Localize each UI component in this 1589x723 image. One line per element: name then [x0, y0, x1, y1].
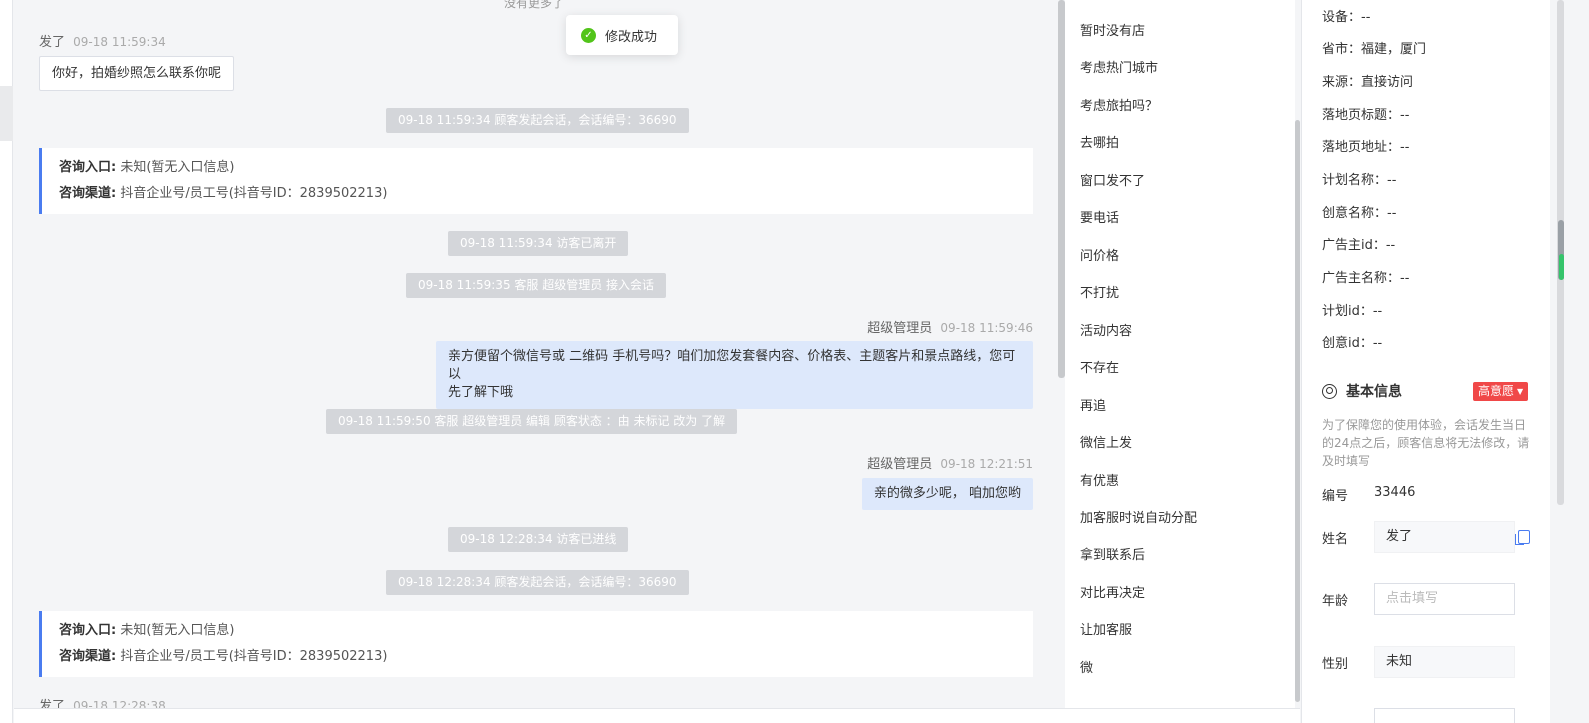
caret-down-icon: ▼: [1517, 387, 1524, 396]
info-plan-id: 计划id：--: [1322, 304, 1383, 319]
next-field[interactable]: [1374, 708, 1515, 723]
channel-label: 咨询渠道:: [59, 649, 117, 664]
entry-info-card: 咨询入口: 未知(暂无入口信息) 咨询渠道: 抖音企业号/员工号(抖音号ID：2…: [39, 611, 1033, 677]
channel-value: 抖音企业号/员工号(抖音号ID：2839502213): [120, 649, 388, 664]
left-tab[interactable]: [0, 86, 13, 141]
name-label: 姓名: [1322, 532, 1349, 547]
edit-notice: 为了保障您的使用体验，会话发生当日的24点之后，顾客信息将无法修改，请及时填写: [1322, 418, 1530, 468]
customer-info-panel: 设备：-- 省市：福建，厦门 来源：直接访问 落地页标题：-- 落地页地址：--…: [1301, 0, 1550, 723]
entry-label: 咨询入口:: [59, 623, 117, 638]
quick-reply-item[interactable]: 对比再决定: [1080, 582, 1145, 601]
entry-value: 未知(暂无入口信息): [120, 160, 235, 175]
check-circle-icon: ✓: [581, 27, 596, 43]
quick-reply-list: 暂时没有店 考虑热门城市 考虑旅拍吗？ 去哪拍 窗口发不了 要电话 问价格 不打…: [1065, 0, 1295, 708]
quick-reply-item[interactable]: 窗口发不了: [1080, 170, 1145, 189]
info-advertiser-name: 广告主名称：--: [1322, 271, 1410, 286]
section-title: 基本信息: [1346, 384, 1402, 400]
quick-reply-item[interactable]: 加客服时说自动分配: [1080, 507, 1197, 526]
info-advertiser-id: 广告主id：--: [1322, 238, 1396, 253]
message-meta: 发了 09-18 12:28:38: [39, 695, 166, 708]
entry-info-card: 咨询入口: 未知(暂无入口信息) 咨询渠道: 抖音企业号/员工号(抖音号ID：2…: [39, 148, 1033, 214]
info-landing-url: 落地页地址：--: [1322, 140, 1410, 155]
message-line: 亲方便留个微信号或 二维码 手机号吗？咱们加您发套餐内容、价格表、主题客片和景点…: [448, 349, 1016, 382]
message-time: 09-18 12:28:38: [73, 699, 166, 708]
channel-value: 抖音企业号/员工号(抖音号ID：2839502213): [120, 186, 388, 201]
app-root: 没有更多了 发了 09-18 11:59:34 你好，拍婚纱照怎么联系你呢 09…: [0, 0, 1589, 723]
no-more-text: 没有更多了: [504, 0, 565, 10]
info-creative-name: 创意名称：--: [1322, 206, 1397, 221]
quick-reply-item[interactable]: 不存在: [1080, 357, 1119, 376]
gender-label: 性别: [1322, 657, 1349, 672]
scrollbar-indicator: [1559, 254, 1564, 280]
input-area-edge: [14, 708, 1300, 723]
quick-reply-item[interactable]: 微: [1080, 657, 1093, 676]
system-message: 09-18 11:59:34 访客已离开: [448, 231, 629, 256]
system-message: 09-18 11:59:35 客服 超级管理员 接入会话: [406, 273, 667, 298]
success-toast: ✓ 修改成功: [566, 15, 678, 55]
basic-info-header: 基本信息: [1322, 381, 1402, 401]
quick-reply-scrollbar[interactable]: [1295, 120, 1300, 702]
quick-reply-item[interactable]: 不打扰: [1080, 282, 1119, 301]
info-creative-id: 创意id：--: [1322, 336, 1383, 351]
sender-name: 超级管理员: [867, 321, 933, 336]
quick-reply-item[interactable]: 再追: [1080, 395, 1106, 414]
sender-name: 超级管理员: [867, 457, 933, 472]
quick-reply-item[interactable]: 考虑旅拍吗？: [1080, 95, 1158, 114]
sender-name: 发了: [39, 699, 66, 708]
age-field[interactable]: 点击填写: [1374, 583, 1515, 615]
right-gutter: [1550, 0, 1589, 723]
sender-name: 发了: [39, 35, 66, 50]
entry-value: 未知(暂无入口信息): [120, 623, 235, 638]
gender-select[interactable]: 未知: [1374, 646, 1515, 678]
badge-text: 高意愿: [1478, 384, 1515, 398]
message-line: 先了解下哦: [448, 385, 514, 400]
name-field[interactable]: 发了: [1374, 521, 1515, 553]
intent-badge[interactable]: 高意愿 ▼: [1473, 382, 1529, 401]
message-meta: 发了 09-18 11:59:34: [39, 31, 166, 50]
message-bubble-agent: 亲的微多少呢， 咱加您哟: [861, 478, 1033, 510]
chat-area: 没有更多了 发了 09-18 11:59:34 你好，拍婚纱照怎么联系你呢 09…: [14, 0, 1057, 708]
message-meta: 超级管理员 09-18 11:59:46: [867, 317, 1033, 336]
message-bubble-agent: 亲方便留个微信号或 二维码 手机号吗？咱们加您发套餐内容、价格表、主题客片和景点…: [436, 341, 1033, 409]
system-message: 09-18 12:28:34 顾客发起会话，会话编号：36690: [386, 570, 689, 595]
chat-scrollbar[interactable]: [1058, 0, 1065, 378]
info-plan-name: 计划名称：--: [1322, 173, 1397, 188]
quick-reply-item[interactable]: 微信上发: [1080, 432, 1132, 451]
quick-reply-item[interactable]: 拿到联系后: [1080, 544, 1145, 563]
system-message: 09-18 12:28:34 访客已进线: [448, 527, 629, 552]
quick-reply-item[interactable]: 让加客服: [1080, 619, 1132, 638]
quick-reply-item[interactable]: 暂时没有店: [1080, 20, 1145, 39]
message-time: 09-18 11:59:34: [73, 35, 166, 49]
entry-label: 咨询入口:: [59, 160, 117, 175]
info-device: 设备：--: [1322, 10, 1371, 25]
quick-reply-item[interactable]: 有优惠: [1080, 470, 1119, 489]
system-message: 09-18 11:59:34 顾客发起会话，会话编号：36690: [386, 108, 689, 133]
quick-reply-item[interactable]: 问价格: [1080, 245, 1119, 264]
copy-icon[interactable]: [1515, 530, 1530, 545]
toast-text: 修改成功: [605, 29, 658, 45]
quick-reply-item[interactable]: 要电话: [1080, 207, 1119, 226]
message-bubble: 你好，拍婚纱照怎么联系你呢: [39, 56, 235, 91]
info-landing-title: 落地页标题：--: [1322, 108, 1410, 123]
quick-reply-item[interactable]: 活动内容: [1080, 320, 1132, 339]
message-meta: 超级管理员 09-18 12:21:51: [867, 453, 1033, 472]
message-time: 09-18 11:59:46: [940, 321, 1033, 335]
quick-reply-item[interactable]: 去哪拍: [1080, 132, 1119, 151]
message-time: 09-18 12:21:51: [940, 457, 1033, 471]
age-label: 年龄: [1322, 594, 1349, 609]
system-message: 09-18 11:59:50 客服 超级管理员 编辑 顾客状态 ：由 未标记 改…: [326, 409, 738, 434]
left-sidebar-edge: [0, 0, 13, 723]
info-source: 来源：直接访问: [1322, 75, 1414, 90]
quick-reply-item[interactable]: 考虑热门城市: [1080, 57, 1158, 76]
id-value: 33446: [1374, 485, 1416, 500]
info-region: 省市：福建，厦门: [1322, 42, 1427, 57]
id-label: 编号: [1322, 489, 1349, 504]
user-circle-icon: [1322, 383, 1337, 399]
channel-label: 咨询渠道:: [59, 186, 117, 201]
